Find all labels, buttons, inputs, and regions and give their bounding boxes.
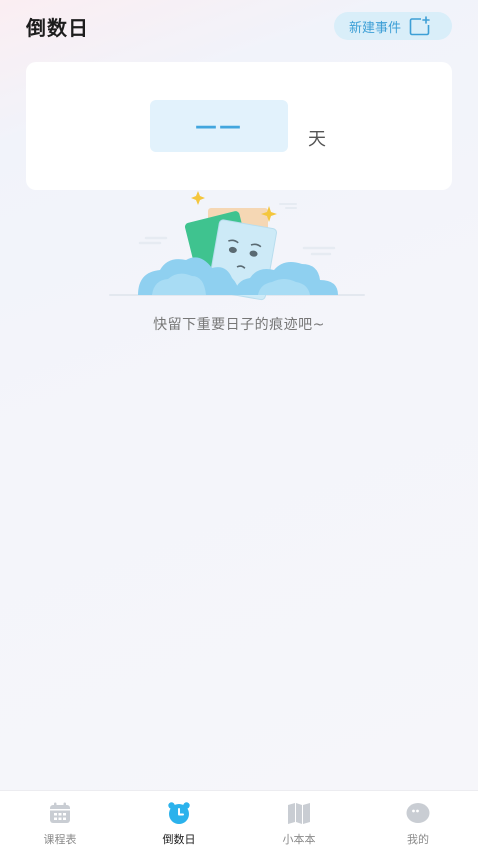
tab-notebook[interactable]: 小本本 — [249, 791, 349, 850]
tab-label: 课程表 — [43, 833, 77, 846]
tab-countdown[interactable]: 倒数日 — [129, 791, 229, 850]
page-title: 倒数日 — [26, 16, 89, 40]
tab-schedule[interactable]: 课程表 — [10, 791, 110, 850]
calendar-icon — [48, 801, 72, 825]
new-event-button[interactable]: 新建事件 — [334, 12, 452, 40]
empty-state-hint: 快留下重要日子的痕迹吧~ — [153, 317, 325, 333]
tab-label: 我的 — [407, 833, 429, 846]
tab-label: 小本本 — [282, 833, 316, 846]
empty-state-illustration — [108, 186, 370, 302]
new-event-label: 新建事件 — [349, 20, 402, 36]
face-icon — [406, 801, 430, 825]
tab-label: 倒数日 — [162, 833, 196, 846]
countdown-value: —— — [150, 100, 288, 152]
countdown-card[interactable]: —— 天 — [26, 62, 452, 190]
book-icon — [287, 801, 311, 825]
header: 倒数日 新建事件 — [0, 0, 478, 52]
tab-profile[interactable]: 我的 — [368, 791, 468, 850]
alarm-clock-icon — [167, 801, 191, 825]
countdown-unit: 天 — [308, 129, 326, 150]
bottom-tab-bar: 课程表 倒数日 小本本 我的 — [0, 790, 478, 850]
add-event-icon — [409, 16, 431, 36]
